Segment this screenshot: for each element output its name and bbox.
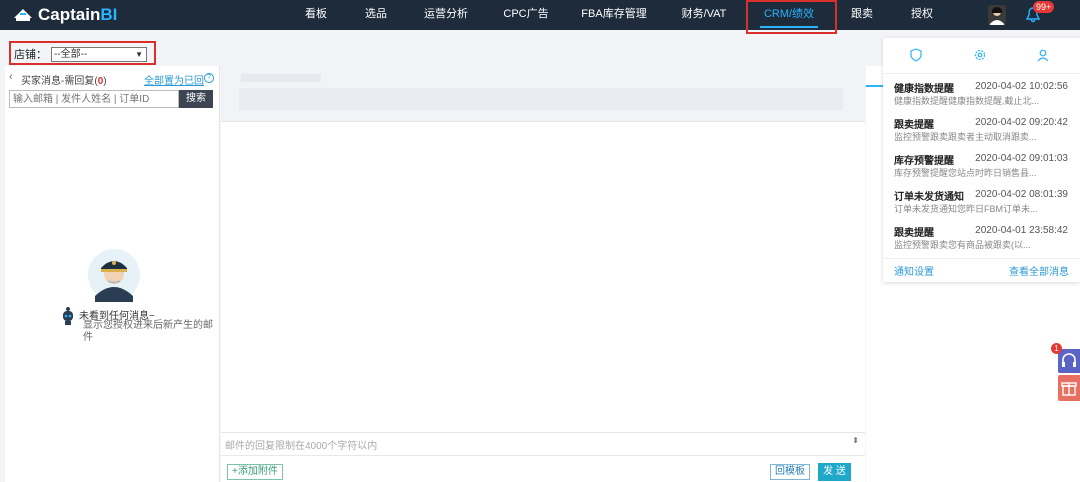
notification-title: 跟卖提醒: [894, 120, 934, 131]
gear-icon[interactable]: [973, 48, 987, 62]
reply-textarea[interactable]: 邮件的回复限制在4000个字符以内: [225, 437, 377, 452]
nav-label: 财务/VAT: [681, 8, 727, 20]
notification-snippet: 健康指数提醒健康指数提醒,截止北...: [894, 96, 1040, 106]
search-input[interactable]: [9, 90, 179, 108]
notification-settings-link[interactable]: 通知设置: [894, 263, 934, 278]
header-placeholder-bar: [241, 74, 321, 82]
captain-illustration: [88, 249, 140, 302]
add-attachment-button[interactable]: +添加附件: [227, 464, 283, 480]
resize-handle-icon[interactable]: ⬍: [852, 436, 859, 445]
back-arrow-icon[interactable]: ‹: [9, 71, 13, 83]
reply-composer: 邮件的回复限制在4000个字符以内 ⬍ +添加附件 回模板 发 送: [221, 432, 865, 482]
notification-snippet: 订单未发货通知您昨日FBM订单未...: [894, 204, 1038, 214]
notification-tabs: [883, 38, 1080, 74]
chevron-down-icon: ▼: [135, 49, 143, 59]
reply-template-button[interactable]: 回模板: [770, 464, 810, 480]
nav-item-dashboard[interactable]: 看板: [296, 0, 336, 30]
notification-item[interactable]: 跟卖提醒 2020-04-01 23:58:42 监控预警跟卖您有商品被跟卖(以…: [883, 222, 1080, 258]
nav-item-finance-vat[interactable]: 财务/VAT: [676, 0, 732, 30]
store-selector-row: 店铺： --全部-- ▼: [14, 46, 147, 62]
message-list-panel: ‹ 买家消息-需回复(0) 全部置为已回 ? 搜索 未看到任何消息~ 显示您授权…: [5, 66, 220, 482]
notification-snippet: 监控预警跟卖跟卖者主动取消跟卖...: [894, 132, 1037, 142]
captainbi-logo[interactable]: Captain BI: [12, 4, 117, 26]
count-close-paren: ): [103, 76, 107, 87]
conversation-header: [221, 66, 865, 122]
message-list-header: ‹ 买家消息-需回复(0) 全部置为已回 ?: [5, 70, 220, 87]
nav-item-product-selection[interactable]: 选品: [356, 0, 396, 30]
user-avatar[interactable]: [988, 5, 1006, 25]
nav-label: 授权: [911, 8, 933, 20]
nav-item-fba-inventory[interactable]: FBA库存管理: [580, 0, 648, 30]
logo-hat-icon: [14, 9, 32, 21]
inbox-title-text: 买家消息-需回复: [21, 76, 95, 87]
robot-icon: [63, 307, 73, 325]
logo-text-accent: BI: [100, 5, 118, 24]
highlight-box-crm: [746, 0, 837, 34]
notification-time: 2020-04-01 23:58:42: [975, 225, 1068, 236]
top-nav-bar: Captain BI 看板 选品 运营分析 CPC广告 FBA库存管理 财务/VA…: [0, 0, 1080, 30]
nav-label: FBA库存管理: [581, 8, 647, 20]
nav-label: 跟卖: [851, 8, 873, 20]
notification-list: 健康指数提醒 2020-04-02 10:02:56 健康指数提醒健康指数提醒,…: [883, 78, 1080, 258]
store-label: 店铺：: [14, 49, 47, 61]
notification-item[interactable]: 库存预警提醒 2020-04-02 09:01:03 库存预警提醒您站点时昨日销…: [883, 150, 1080, 186]
conversation-body: [221, 122, 865, 432]
send-button[interactable]: 发 送: [818, 463, 851, 481]
nav-label: 看板: [305, 8, 327, 20]
nav-item-hijack[interactable]: 跟卖: [842, 0, 882, 30]
avatar-icon: [989, 7, 1005, 25]
notification-item[interactable]: 跟卖提醒 2020-04-02 09:20:42 监控预警跟卖跟卖者主动取消跟卖…: [883, 114, 1080, 150]
store-select[interactable]: --全部-- ▼: [51, 46, 147, 62]
tab-indicator: [866, 85, 883, 87]
headset-icon: [1062, 353, 1076, 367]
crm-page: Captain BI 看板 选品 运营分析 CPC广告 FBA库存管理 财务/VA…: [0, 0, 1080, 482]
empty-state-description: 显示您授权进来后新产生的邮件: [83, 320, 213, 343]
logo-text-main: Captain: [38, 5, 101, 24]
header-placeholder-block: [239, 88, 843, 110]
nav-label: 运营分析: [424, 8, 468, 20]
message-list-title: 买家消息-需回复(0): [21, 72, 107, 87]
composer-divider: [221, 455, 865, 456]
customer-support-button[interactable]: [1058, 349, 1080, 373]
nav-item-authorization[interactable]: 授权: [902, 0, 942, 30]
notification-time: 2020-04-02 09:20:42: [975, 117, 1068, 128]
view-all-notifications-link[interactable]: 查看全部消息: [1009, 263, 1069, 278]
help-icon[interactable]: ?: [204, 73, 214, 83]
store-select-value: --全部--: [54, 48, 88, 60]
notification-snippet: 库存预警提醒您站点时昨日销售县...: [894, 168, 1037, 178]
search-button[interactable]: 搜索: [179, 90, 213, 108]
notification-item[interactable]: 健康指数提醒 2020-04-02 10:02:56 健康指数提醒健康指数提醒,…: [883, 78, 1080, 114]
notification-title: 库存预警提醒: [894, 156, 954, 167]
user-icon[interactable]: [1036, 48, 1050, 62]
notification-title: 健康指数提醒: [894, 84, 954, 95]
mark-all-read-link[interactable]: 全部置为已回: [144, 72, 204, 87]
notification-title: 跟卖提醒: [894, 228, 934, 239]
notification-snippet: 监控预警跟卖您有商品被跟卖(以...: [894, 240, 1031, 250]
gift-button[interactable]: [1058, 375, 1080, 401]
notification-item[interactable]: 订单未发货通知 2020-04-02 08:01:39 订单未发货通知您昨日FB…: [883, 186, 1080, 222]
message-search: 搜索: [9, 90, 213, 108]
gift-icon: [1061, 382, 1077, 396]
notification-time: 2020-04-02 10:02:56: [975, 81, 1068, 92]
nav-item-operations-analysis[interactable]: 运营分析: [420, 0, 472, 30]
notification-title: 订单未发货通知: [894, 192, 964, 203]
notification-time: 2020-04-02 09:01:03: [975, 153, 1068, 164]
support-unread-badge: 1: [1051, 343, 1062, 354]
notification-time: 2020-04-02 08:01:39: [975, 189, 1068, 200]
nav-label: CPC广告: [503, 8, 549, 20]
notification-footer: 通知设置 查看全部消息: [883, 258, 1080, 282]
notification-count-badge: 99+: [1033, 1, 1055, 13]
nav-label: 选品: [365, 8, 387, 20]
notification-dropdown: 健康指数提醒 2020-04-02 10:02:56 健康指数提醒健康指数提醒,…: [883, 38, 1080, 282]
nav-item-cpc-ads[interactable]: CPC广告: [500, 0, 552, 30]
shield-icon[interactable]: [909, 48, 923, 62]
